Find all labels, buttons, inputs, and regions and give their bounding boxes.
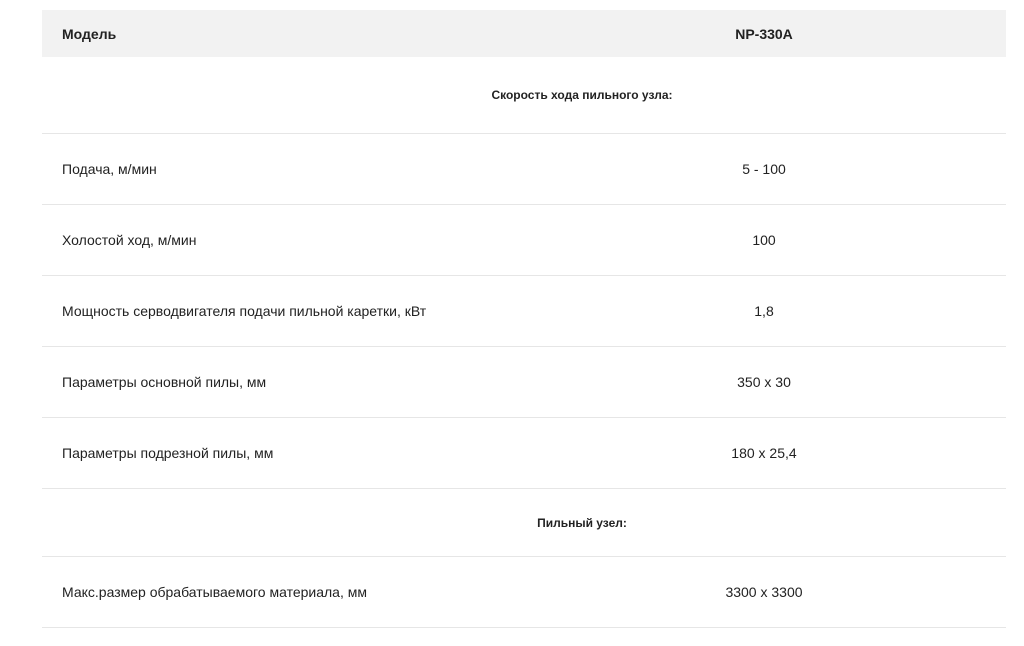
section-title-row: Скорость хода пильного узла: <box>42 57 1006 134</box>
table-row: Параметры основной пилы, мм 350 x 30 <box>42 347 1006 418</box>
row-label: Макс.размер обрабатываемого материала, м… <box>62 584 367 600</box>
table-row: Параметры подрезной пилы, мм 180 x 25,4 <box>42 418 1006 489</box>
table-header-row: Модель NP-330A <box>42 10 1006 57</box>
table-row: Макс.размер обрабатываемого материала, м… <box>42 557 1006 628</box>
row-label: Подача, м/мин <box>62 161 157 177</box>
row-value: 100 <box>752 232 776 248</box>
row-label: Параметры подрезной пилы, мм <box>62 445 274 461</box>
row-label: Параметры основной пилы, мм <box>62 374 267 390</box>
section-title: Скорость хода пильного узла: <box>491 88 673 102</box>
row-value: 350 x 30 <box>737 374 791 390</box>
header-label: Модель <box>62 25 117 42</box>
row-label: Мощность серводвигателя подачи пильной к… <box>62 303 427 319</box>
header-value: NP-330A <box>735 25 793 42</box>
spec-table: Модель NP-330A Скорость хода пильного уз… <box>42 10 1006 628</box>
section-title-row: Пильный узел: <box>42 489 1006 557</box>
row-value: 3300 x 3300 <box>725 584 803 600</box>
table-row: Холостой ход, м/мин 100 <box>42 205 1006 276</box>
row-label: Холостой ход, м/мин <box>62 232 197 248</box>
row-value: 180 x 25,4 <box>731 445 797 461</box>
row-value: 5 - 100 <box>742 161 786 177</box>
table-row: Подача, м/мин 5 - 100 <box>42 134 1006 205</box>
row-value: 1,8 <box>754 303 774 319</box>
table-row: Мощность серводвигателя подачи пильной к… <box>42 276 1006 347</box>
section-title: Пильный узел: <box>537 515 627 530</box>
